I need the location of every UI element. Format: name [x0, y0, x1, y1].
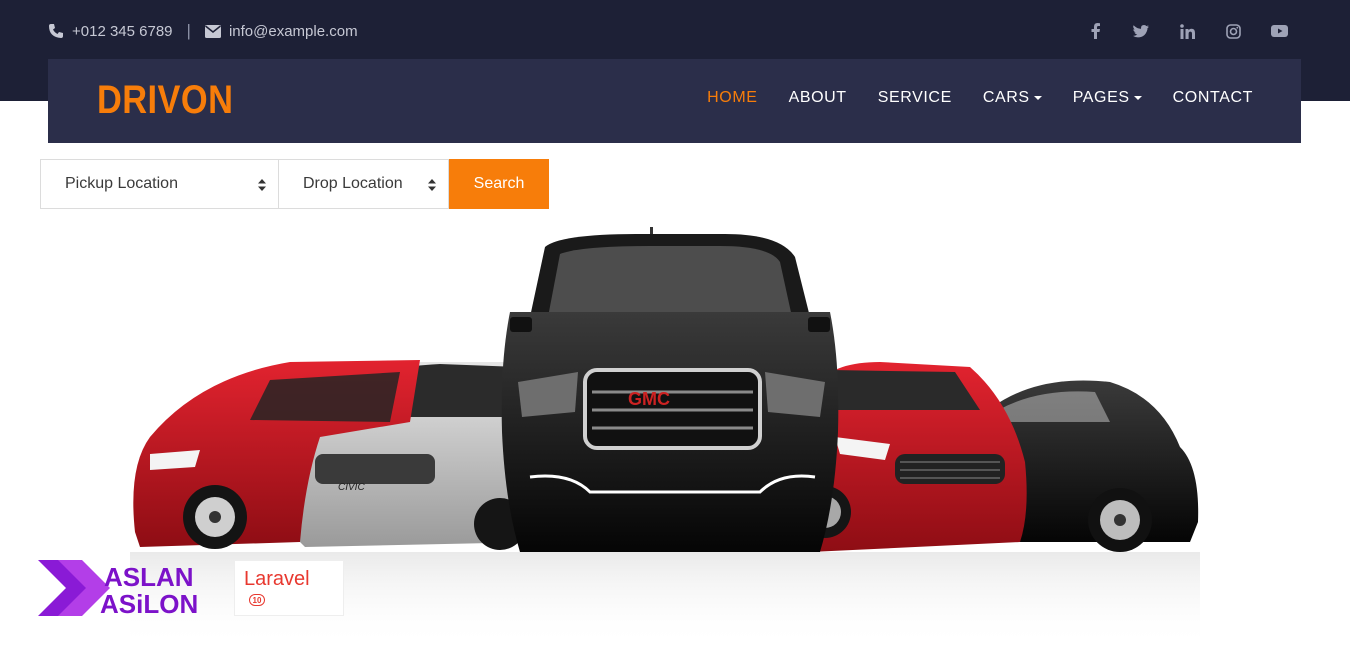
nav-item-cars[interactable]: CARS [983, 89, 1042, 107]
nav-item-service[interactable]: SERVICE [878, 89, 952, 107]
laravel-badge: Laravel 10 [234, 560, 344, 616]
pickup-location-value: Pickup Location [65, 175, 178, 192]
nav-item-pages-label: PAGES [1072, 89, 1130, 106]
gmc-grille-logo: GMC [628, 389, 670, 409]
nav-item-home[interactable]: HOME [707, 89, 757, 107]
aslan-asilon-logo: ASLAN ASiLON [38, 560, 198, 618]
email-address[interactable]: info@example.com [229, 23, 358, 40]
nav-item-contact[interactable]: CONTACT [1173, 89, 1253, 107]
pickup-location-select[interactable]: Pickup Location [40, 159, 279, 209]
linkedin-icon[interactable] [1164, 20, 1210, 42]
main-navbar: DRIVON HOME ABOUT SERVICE CARS PAGES CON… [48, 59, 1301, 143]
civic-badge: CIVIC [338, 482, 365, 493]
youtube-icon[interactable] [1256, 20, 1302, 42]
phone-number[interactable]: +012 345 6789 [72, 23, 173, 40]
select-arrows-icon [258, 179, 266, 191]
envelope-icon [204, 24, 221, 38]
twitter-icon[interactable] [1118, 20, 1164, 42]
drop-location-select[interactable]: Drop Location [279, 159, 449, 209]
black-gmc-suv: GMC [501, 227, 839, 552]
search-button[interactable]: Search [449, 159, 549, 209]
instagram-icon[interactable] [1210, 20, 1256, 42]
laravel-text: Laravel [244, 568, 310, 590]
asilon-text: ASiLON [100, 589, 198, 618]
brand-logo[interactable]: DRIVON [97, 78, 233, 123]
contact-separator: | [186, 21, 191, 40]
nav-item-pages[interactable]: PAGES [1073, 89, 1142, 107]
phone-icon [48, 23, 64, 39]
nav-item-about[interactable]: ABOUT [789, 89, 847, 107]
select-arrows-icon [428, 179, 436, 191]
laravel-version: 10 [249, 594, 265, 606]
location-search-form: Pickup Location Drop Location Search [40, 159, 549, 209]
facebook-icon[interactable] [1072, 20, 1118, 42]
contact-info: +012 345 6789 | info@example.com [48, 20, 358, 42]
drop-location-value: Drop Location [303, 175, 403, 192]
aslan-text: ASLAN [104, 562, 194, 592]
caret-down-icon [1033, 96, 1042, 100]
main-menu: HOME ABOUT SERVICE CARS PAGES CONTACT [676, 89, 1253, 107]
caret-down-icon [1133, 96, 1142, 100]
social-links [1072, 20, 1302, 42]
nav-item-cars-label: CARS [982, 89, 1030, 106]
